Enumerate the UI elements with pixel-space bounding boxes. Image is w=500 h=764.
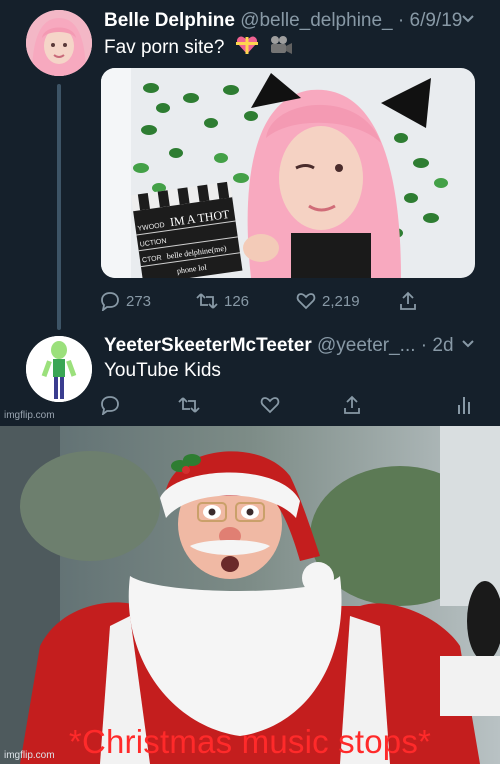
chevron-down-icon[interactable] <box>461 337 475 355</box>
imgflip-watermark: imgflip.com <box>4 410 55 421</box>
tweet2-handle-date[interactable]: @yeeter_... · 2d <box>317 335 454 356</box>
tweet2-like-button[interactable] <box>260 393 280 417</box>
tweet2-share-button[interactable] <box>342 393 362 417</box>
movie-camera-emoji <box>269 35 293 61</box>
avatar-yeeter[interactable] <box>26 336 92 402</box>
analytics-icon <box>456 395 472 415</box>
gift-heart-emoji <box>235 35 258 61</box>
tweet2-text: YouTube Kids <box>104 360 221 381</box>
tweet1-retweet-button[interactable]: 126 <box>196 289 249 313</box>
tweet1-text-row: Fav porn site? <box>104 35 293 61</box>
like-icon <box>260 395 280 415</box>
tweet1-media-image[interactable]: YWOOD UCTION CTOR IM A THOT belle delphi… <box>101 68 475 278</box>
imgflip-watermark-bottom: imgflip.com <box>4 750 55 761</box>
tweet1-share-button[interactable] <box>398 289 418 313</box>
tweet1-retweet-count: 126 <box>224 292 250 310</box>
tweet-thread: Belle Delphine @belle_delphine_ · 6/9/19… <box>0 0 500 426</box>
meme-caption: *Christmas music stops* <box>68 723 432 760</box>
tweet1-like-count: 2,219 <box>322 292 360 310</box>
tweet1-header: Belle Delphine @belle_delphine_ · 6/9/19 <box>104 10 462 32</box>
tweet1-action-bar: 273 126 2,219 <box>100 289 480 313</box>
share-icon <box>398 291 418 311</box>
reply-icon <box>100 291 120 311</box>
like-icon <box>296 291 316 311</box>
tweet2-reply-button[interactable] <box>100 393 120 417</box>
thread-connector-line <box>57 84 61 330</box>
tweet2-display-name[interactable]: YeeterSkeeterMcTeeter <box>104 335 312 356</box>
tweet1-handle-date[interactable]: @belle_delphine_ · 6/9/19 <box>240 10 462 31</box>
tweet2-action-bar <box>100 393 480 417</box>
reply-icon <box>100 395 120 415</box>
tweet1-text: Fav porn site? <box>104 37 225 59</box>
share-icon <box>342 395 362 415</box>
tweet1-like-button[interactable]: 2,219 <box>296 289 360 313</box>
tweet1-reply-button[interactable]: 273 <box>100 289 151 313</box>
tweet1-reply-count: 273 <box>126 292 152 310</box>
tweet2-header: YeeterSkeeterMcTeeter @yeeter_... · 2d <box>104 335 454 357</box>
retweet-icon <box>178 395 200 415</box>
retweet-icon <box>196 291 218 311</box>
avatar-belle-delphine[interactable] <box>26 10 92 76</box>
tweet1-display-name[interactable]: Belle Delphine <box>104 10 235 31</box>
chevron-down-icon[interactable] <box>461 12 475 30</box>
tweet2-analytics-button[interactable] <box>456 393 472 417</box>
santa-reaction-photo <box>0 426 500 764</box>
tweet2-retweet-button[interactable] <box>178 393 200 417</box>
